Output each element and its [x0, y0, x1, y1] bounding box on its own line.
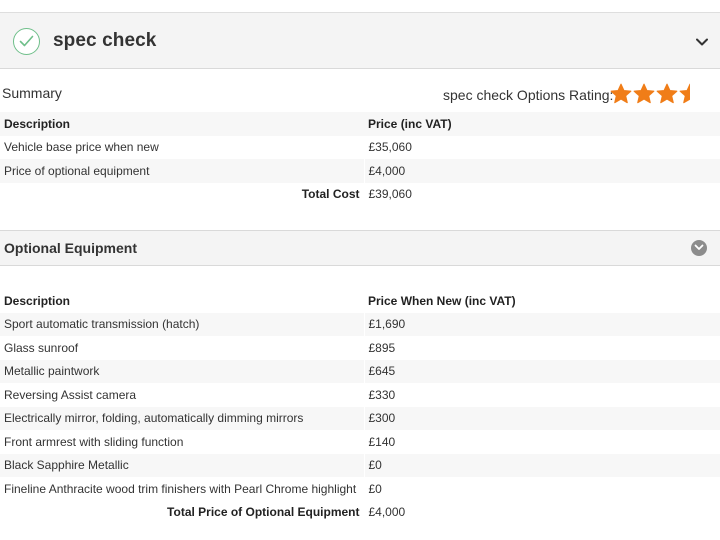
row-price: £35,060 [363, 135, 720, 159]
page-title: spec check [53, 30, 157, 51]
star-half-icon [679, 83, 690, 104]
star-full-icon [610, 83, 632, 104]
row-price: £0 [363, 477, 720, 501]
table-row: Vehicle base price when new £35,060 [0, 135, 720, 159]
row-description: Electrically mirror, folding, automatica… [0, 406, 364, 430]
total-cost-label: Total Cost [301, 187, 360, 202]
optional-equipment-title: Optional Equipment [4, 240, 137, 256]
column-header-description: Description [0, 112, 364, 136]
row-price: £300 [363, 406, 720, 430]
table-row: Glass sunroof £895 [0, 336, 720, 360]
table-row: Front armrest with sliding function £140 [0, 430, 720, 454]
table-row: Price of optional equipment £4,000 [0, 159, 720, 183]
total-optional-value: £4,000 [363, 500, 720, 524]
row-price: £330 [363, 383, 720, 407]
table-row: Reversing Assist camera £330 [0, 383, 720, 407]
optional-equipment-table: Description Price When New (inc VAT) Spo… [0, 289, 720, 524]
total-row: Total Price of Optional Equipment £4,000 [0, 500, 720, 524]
chevron-down-circle-icon[interactable] [691, 240, 707, 256]
row-description: Price of optional equipment [0, 159, 364, 183]
rating-label: spec check Options Rating: [443, 87, 614, 103]
spec-check-header[interactable]: spec check [0, 13, 720, 69]
table-row: Electrically mirror, folding, automatica… [0, 406, 720, 430]
total-optional-label: Total Price of Optional Equipment [167, 505, 360, 520]
row-description: Black Sapphire Metallic [0, 453, 364, 477]
star-full-icon [656, 83, 678, 104]
row-description: Sport automatic transmission (hatch) [0, 312, 364, 336]
table-row: Metallic paintwork £645 [0, 359, 720, 383]
column-header-price: Price (inc VAT) [364, 112, 720, 136]
chevron-down-icon[interactable] [696, 33, 708, 51]
table-row: Fineline Anthracite wood trim finishers … [0, 477, 720, 501]
row-price: £140 [363, 430, 720, 454]
row-price: £1,690 [363, 312, 720, 336]
summary-table: Description Price (inc VAT) Vehicle base… [0, 112, 720, 206]
column-header-description: Description [4, 293, 71, 308]
row-price: £645 [363, 359, 720, 383]
summary-label: Summary [2, 85, 62, 101]
row-price: £4,000 [363, 159, 720, 183]
check-circle-icon [13, 28, 40, 55]
column-header-price: Price When New (inc VAT) [368, 293, 516, 308]
table-row: Black Sapphire Metallic £0 [0, 453, 720, 477]
row-description: Front armrest with sliding function [4, 434, 184, 449]
total-cost-value: £39,060 [363, 182, 720, 206]
row-price: £0 [363, 453, 720, 477]
row-description: Fineline Anthracite wood trim finishers … [4, 481, 357, 496]
table-header-row: Description Price (inc VAT) [0, 112, 720, 136]
row-description: Metallic paintwork [0, 359, 364, 383]
star-full-icon [633, 83, 655, 104]
table-row: Sport automatic transmission (hatch) £1,… [0, 312, 720, 336]
row-description: Glass sunroof [4, 340, 79, 355]
options-rating-stars [610, 83, 702, 105]
row-description: Reversing Assist camera [4, 387, 137, 402]
optional-equipment-header[interactable]: Optional Equipment [0, 230, 720, 266]
total-row: Total Cost £39,060 [0, 182, 720, 206]
table-header-row: Description Price When New (inc VAT) [0, 289, 720, 313]
row-description: Vehicle base price when new [4, 140, 159, 155]
row-price: £895 [363, 336, 720, 360]
